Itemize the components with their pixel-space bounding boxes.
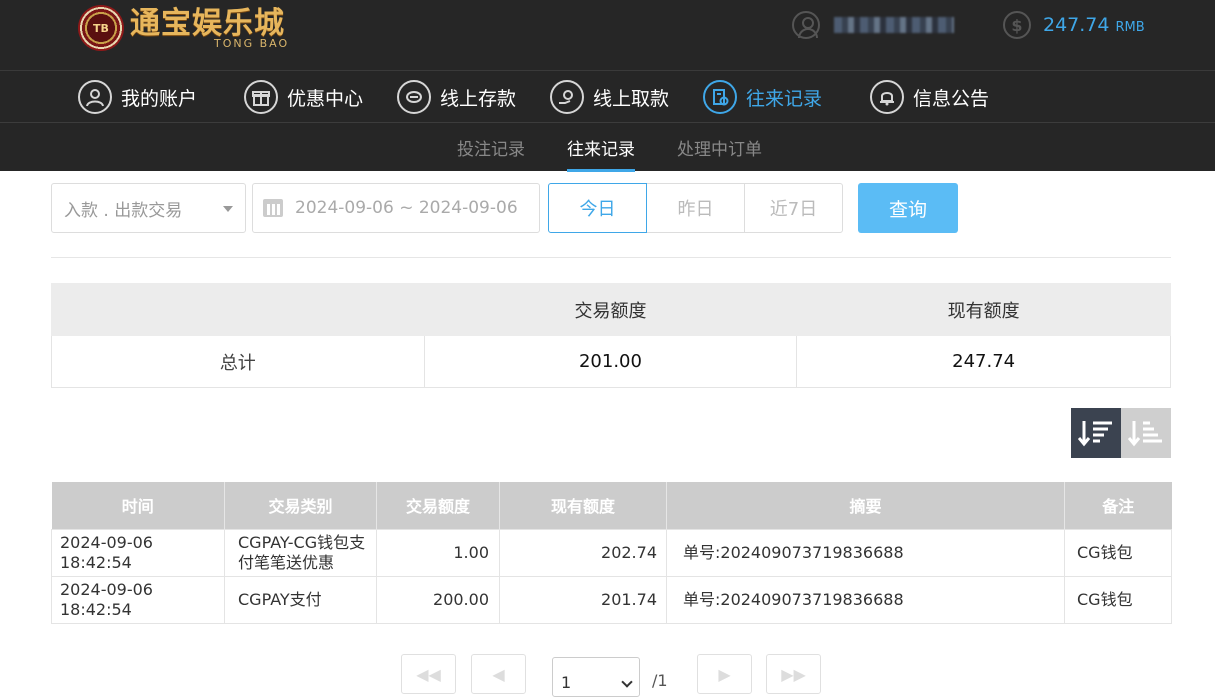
pagination: ◀◀ ◀ 1 /1 ▶ ▶▶ (0, 654, 1215, 697)
username-blurred (834, 17, 954, 33)
chevron-right-icon: ▶ (718, 664, 731, 684)
nav-item-announcements[interactable]: 信息公告 (870, 79, 989, 115)
date-range-value: 2024-09-06 ~ 2024-09-06 (295, 198, 518, 218)
site-logo[interactable]: TB 通宝娱乐城 TONG BAO (78, 3, 289, 53)
caret-down-icon (223, 206, 233, 212)
user-circle-icon (78, 80, 112, 114)
chevron-down-icon (621, 676, 633, 688)
range-today-button[interactable]: 今日 (548, 183, 647, 233)
withdraw-icon (550, 80, 584, 114)
nav-item-label: 往来记录 (746, 87, 823, 110)
summary-trade-amount: 201.00 (423, 335, 798, 388)
col-header-balance[interactable]: 现有额度 (499, 482, 667, 529)
cell-type: CGPAY支付 (224, 575, 377, 624)
cell-summary: 单号:202409073719836688 (666, 575, 1065, 624)
logo-sub-text: TONG BAO (214, 36, 290, 50)
chevron-left-icon: ◀ (492, 664, 505, 684)
tab-bet-records[interactable]: 投注记录 (457, 135, 525, 160)
summary-header-trade: 交易额度 (423, 283, 798, 336)
quick-range-group: 今日 昨日 近7日 (548, 183, 843, 233)
cell-time: 2024-09-06 18:42:54 (51, 575, 225, 624)
nav-item-label: 线上取款 (593, 87, 670, 110)
records-table: 时间 交易类别 交易额度 现有额度 摘要 备注 2024-09-06 18:42… (51, 482, 1172, 624)
cell-type: CGPAY-CG钱包支付笔笔送优惠 (224, 528, 377, 577)
logo-text: 通宝娱乐城 TONG BAO (130, 5, 290, 50)
nav-item-withdraw[interactable]: 线上取款 (550, 79, 669, 115)
top-header: TB 通宝娱乐城 TONG BAO $ 247.74 RMB (0, 0, 1215, 71)
records-icon (703, 80, 737, 114)
nav-item-label: 优惠中心 (287, 87, 364, 110)
balance-currency: RMB (1115, 19, 1145, 35)
tab-pending-orders[interactable]: 处理中订单 (677, 135, 762, 160)
summary-current-amount: 247.74 (796, 335, 1171, 388)
balance-value: 247.74 (1043, 14, 1110, 36)
col-header-time[interactable]: 时间 (51, 482, 225, 529)
summary-header-blank (51, 283, 425, 336)
date-range-input[interactable]: 2024-09-06 ~ 2024-09-06 (252, 183, 540, 233)
col-header-amount[interactable]: 交易额度 (376, 482, 500, 529)
calendar-icon (263, 199, 283, 217)
table-row: 2024-09-06 18:42:54 CGPAY-CG钱包支付笔笔送优惠 1.… (51, 528, 1172, 577)
tab-transaction-records[interactable]: 往来记录 (567, 135, 635, 172)
cell-summary: 单号:202409073719836688 (666, 528, 1065, 577)
first-page-button[interactable]: ◀◀ (401, 654, 456, 694)
cell-note: CG钱包 (1064, 575, 1172, 624)
last-page-button[interactable]: ▶▶ (766, 654, 821, 694)
sub-nav: 投注记录 往来记录 处理中订单 (0, 123, 1215, 172)
nav-item-label: 信息公告 (913, 87, 990, 110)
range-yesterday-button[interactable]: 昨日 (646, 183, 745, 233)
nav-item-label: 我的账户 (121, 87, 198, 110)
nav-item-label: 线上存款 (440, 87, 517, 110)
double-chevron-right-icon: ▶▶ (781, 664, 806, 684)
col-header-type[interactable]: 交易类别 (224, 482, 377, 529)
cell-balance: 202.74 (499, 528, 667, 577)
summary-header-current: 现有额度 (796, 283, 1171, 336)
logo-chip-icon: TB (78, 5, 124, 51)
cell-amount: 1.00 (376, 528, 500, 577)
nav-item-promotions[interactable]: 优惠中心 (244, 79, 363, 115)
cell-note: CG钱包 (1064, 528, 1172, 577)
table-row: 2024-09-06 18:42:54 CGPAY支付 200.00 201.7… (51, 575, 1172, 624)
range-7days-button[interactable]: 近7日 (744, 183, 843, 233)
table-header-row: 时间 交易类别 交易额度 现有额度 摘要 备注 (51, 482, 1172, 529)
query-button[interactable]: 查询 (858, 183, 958, 233)
summary-header-row: 交易额度 现有额度 (51, 283, 1171, 336)
page-select[interactable]: 1 (552, 657, 640, 697)
sort-asc-icon (1128, 421, 1162, 447)
balance-display: $ 247.74 RMB (1003, 10, 1145, 40)
logo-badge-text: TB (93, 21, 109, 35)
transaction-type-select[interactable]: 入款 . 出款交易 (51, 183, 246, 233)
nav-item-my-account[interactable]: 我的账户 (78, 79, 197, 115)
nav-item-records[interactable]: 往来记录 (703, 79, 822, 115)
user-icon (792, 11, 820, 39)
summary-table: 交易额度 现有额度 总计 201.00 247.74 (51, 283, 1171, 388)
page-select-value: 1 (561, 673, 572, 692)
main-nav: 我的账户 优惠中心 线上存款 线上取款 往来记录 信息公告 (0, 71, 1215, 123)
double-chevron-left-icon: ◀◀ (416, 664, 441, 684)
user-info[interactable] (792, 10, 954, 40)
col-header-summary[interactable]: 摘要 (666, 482, 1065, 529)
divider (51, 257, 1171, 258)
deposit-icon (397, 80, 431, 114)
sort-asc-button[interactable] (1121, 408, 1171, 458)
transaction-type-value: 入款 . 出款交易 (64, 200, 183, 221)
prev-page-button[interactable]: ◀ (471, 654, 526, 694)
cell-time: 2024-09-06 18:42:54 (51, 528, 225, 577)
cell-balance: 201.74 (499, 575, 667, 624)
dollar-icon: $ (1003, 11, 1031, 39)
sort-desc-button[interactable] (1071, 408, 1121, 458)
page-total: /1 (652, 671, 668, 690)
col-header-note[interactable]: 备注 (1064, 482, 1172, 529)
cell-amount: 200.00 (376, 575, 500, 624)
gift-icon (244, 80, 278, 114)
next-page-button[interactable]: ▶ (697, 654, 752, 694)
logo-main-text: 通宝娱乐城 (130, 5, 285, 41)
bell-icon (870, 80, 904, 114)
nav-item-deposit[interactable]: 线上存款 (397, 79, 516, 115)
sort-desc-icon (1078, 421, 1112, 447)
summary-total-label: 总计 (51, 335, 425, 388)
sort-controls (1071, 408, 1171, 458)
summary-row: 总计 201.00 247.74 (51, 335, 1171, 388)
